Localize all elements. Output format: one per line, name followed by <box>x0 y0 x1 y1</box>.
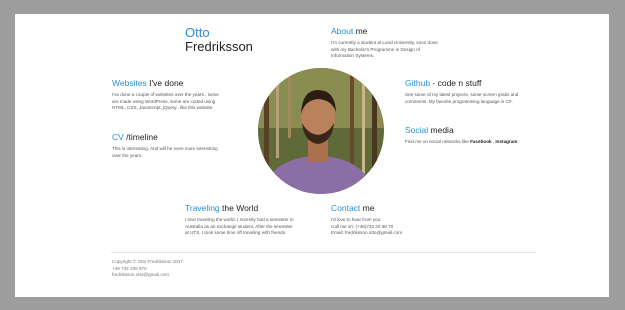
instagram-link[interactable]: Instagram <box>495 139 517 144</box>
contact-heading[interactable]: Contact me <box>331 203 481 213</box>
footer-copyright: Copyright © Otto Fredriksson 2017. <box>112 259 185 264</box>
site-name: Otto Fredriksson <box>185 26 253 54</box>
social-section: Social media Find me on social networks … <box>405 125 555 146</box>
cv-section: CV /timeline This is interesting. And wi… <box>112 132 262 159</box>
websites-text: I've done a couple of websites over the … <box>112 92 219 111</box>
traveling-heading[interactable]: Traveling the World <box>185 203 335 213</box>
footer-divider <box>111 252 536 253</box>
github-text: See some of my latest projects, some scr… <box>405 92 519 104</box>
first-name: Otto <box>185 25 210 40</box>
page: Otto Fredriksson About me I'm currently … <box>15 14 609 297</box>
contact-email[interactable]: Email: fredriksson.otto@gmail.com <box>331 230 402 235</box>
profile-photo-image <box>258 68 384 194</box>
traveling-text: I love traveling the world. I recently h… <box>185 217 294 236</box>
websites-heading[interactable]: Websites I've done <box>112 78 262 88</box>
about-heading[interactable]: About me <box>331 26 481 36</box>
about-text: I'm currently a student at Lund Universi… <box>331 40 438 59</box>
footer-phone[interactable]: +46 732 206 870 <box>112 266 147 271</box>
facebook-link[interactable]: Facebook <box>470 139 491 144</box>
social-text: Find me on social networks like Facebook… <box>405 139 519 144</box>
profile-photo <box>258 68 384 194</box>
contact-section: Contact me I'd love to hear from you. Cal… <box>331 203 481 237</box>
cv-heading[interactable]: CV /timeline <box>112 132 262 142</box>
contact-phone[interactable]: Call me on: (+46)732 20 68 70 <box>331 224 393 229</box>
github-heading[interactable]: Github - code n stuff <box>405 78 555 88</box>
last-name: Fredriksson <box>185 39 253 54</box>
websites-section: Websites I've done I've done a couple of… <box>112 78 262 112</box>
social-heading[interactable]: Social media <box>405 125 555 135</box>
contact-text: I'd love to hear from you. Call me on: (+… <box>331 217 403 236</box>
about-section: About me I'm currently a student at Lund… <box>331 26 481 60</box>
github-section: Github - code n stuff See some of my lat… <box>405 78 555 105</box>
cv-text: This is interesting. And will be even mo… <box>112 146 218 158</box>
footer-email[interactable]: fredriksson.otto@gmail.com <box>112 272 169 277</box>
footer: Copyright © Otto Fredriksson 2017. +46 7… <box>112 259 184 279</box>
traveling-section: Traveling the World I love traveling the… <box>185 203 335 237</box>
